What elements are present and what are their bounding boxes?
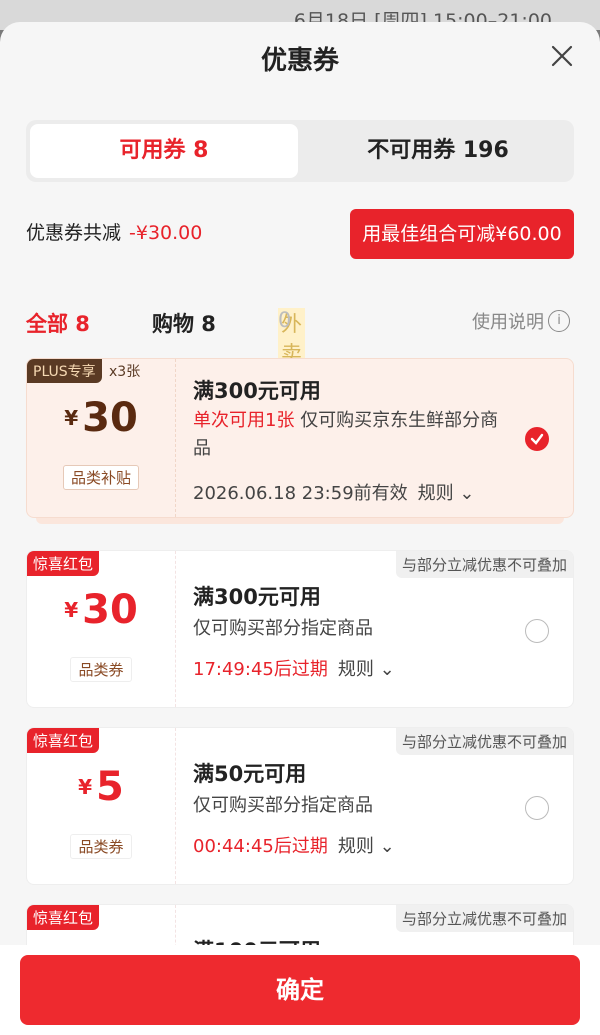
currency-symbol: ¥ <box>64 406 79 430</box>
total-discount-amount: -¥30.00 <box>129 222 203 244</box>
rule-label: 规则 <box>337 659 374 680</box>
coupon-condition: 满300元可用 <box>193 585 321 609</box>
sheet-title: 优惠券 <box>260 46 339 76</box>
rule-label: 规则 <box>417 483 454 504</box>
rule-link[interactable]: 规则 ⌄ <box>418 483 475 504</box>
tab-unavailable[interactable]: 不可用券 196 <box>302 120 574 182</box>
coupon-type-label: 品类补贴 <box>62 465 139 490</box>
rule-link[interactable]: 规则 ⌄ <box>338 659 395 680</box>
stack-restriction-note: 与部分立减优惠不可叠加 <box>395 905 573 932</box>
surprise-badge: 惊喜红包 <box>27 728 100 753</box>
expiry-text: 2026.06.18 23:59前有效 <box>193 483 408 504</box>
coupon-amount: 5 <box>96 764 124 810</box>
countdown-text: 17:49:45后过期 <box>193 659 328 680</box>
coupon-card[interactable]: 惊喜红包 与部分立减优惠不可叠加 ¥5 品类券 满50元可用 仅可购买部分指定商… <box>26 727 574 885</box>
footer-bar: 确定 <box>0 945 600 1035</box>
info-icon[interactable]: i <box>548 310 570 332</box>
filter-all[interactable]: 全部 8 <box>26 308 90 338</box>
coupon-sheet: 优惠券 可用券 8 不可用券 196 优惠券共减 -¥30.00 用最佳组合可减¥… <box>0 22 600 1035</box>
plus-badge: PLUS专享 <box>27 359 102 383</box>
coupon-description: 仅可购买部分指定商品 <box>193 795 373 816</box>
coupon-type: 品类券 <box>27 657 175 682</box>
coupon-description: 仅可购买部分指定商品 <box>193 618 373 639</box>
coupon-radio[interactable] <box>525 796 549 820</box>
coupon-card[interactable]: 惊喜红包 与部分立减优惠不可叠加 ¥30 品类券 满300元可用 仅可购买部分指… <box>26 550 574 708</box>
confirm-button[interactable]: 确定 <box>20 955 580 1025</box>
rule-link[interactable]: 规则 ⌄ <box>338 836 395 857</box>
surprise-badge: 惊喜红包 <box>27 551 100 576</box>
total-discount: 优惠券共减 -¥30.00 <box>26 218 202 245</box>
tab-available[interactable]: 可用券 8 <box>30 124 298 178</box>
coupon-condition: 满300元可用 <box>193 379 321 403</box>
coupon-count: x3张 <box>109 364 141 380</box>
coupon-type-label: 品类券 <box>70 834 132 859</box>
coupon-value: ¥30 <box>27 395 175 441</box>
coupon-type: 品类补贴 <box>27 465 175 490</box>
close-icon[interactable] <box>548 42 576 70</box>
coupon-expiry: 17:49:45后过期 规则 ⌄ <box>193 655 395 681</box>
coupon-card[interactable]: PLUS专享 x3张 ¥30 品类补贴 满300元可用 单次可用1张 仅可购买京… <box>26 358 574 518</box>
stack-restriction-note: 与部分立减优惠不可叠加 <box>395 728 573 755</box>
coupon-expiry: 00:44:45后过期 规则 ⌄ <box>193 832 395 858</box>
coupon-amount: 30 <box>82 587 138 633</box>
filter-shopping[interactable]: 购物 8 <box>152 308 216 338</box>
best-combo-button[interactable]: 用最佳组合可减¥60.00 <box>350 209 574 259</box>
coupon-expiry: 2026.06.18 23:59前有效 规则 ⌄ <box>193 479 474 505</box>
limit-note: 单次可用1张 <box>193 410 295 431</box>
countdown-text: 00:44:45后过期 <box>193 836 328 857</box>
coupon-checkbox[interactable] <box>525 427 549 451</box>
category-filters: 全部 8 购物 8 秒送 外卖 0 使用说明 i <box>26 308 574 368</box>
filter-fast-count: 0 <box>278 308 292 332</box>
currency-symbol: ¥ <box>64 598 79 622</box>
usage-help-link[interactable]: 使用说明 <box>472 308 544 334</box>
coupon-type-label: 品类券 <box>70 657 132 682</box>
coupon-tabs: 可用券 8 不可用券 196 <box>26 120 574 182</box>
currency-symbol: ¥ <box>78 775 93 799</box>
coupon-radio[interactable] <box>525 619 549 643</box>
surprise-badge: 惊喜红包 <box>27 905 100 930</box>
coupon-amount: 30 <box>82 395 138 441</box>
coupon-value: ¥30 <box>27 587 175 633</box>
coupon-type: 品类券 <box>27 834 175 859</box>
stack-restriction-note: 与部分立减优惠不可叠加 <box>395 551 573 578</box>
coupon-description: 单次可用1张 仅可购买京东生鲜部分商品 <box>193 407 513 463</box>
stacked-card-edge <box>36 518 564 524</box>
rule-label: 规则 <box>337 836 374 857</box>
check-icon <box>530 433 544 445</box>
coupon-value: ¥5 <box>27 764 175 810</box>
coupon-condition: 满50元可用 <box>193 762 307 786</box>
total-discount-label: 优惠券共减 <box>26 222 122 244</box>
